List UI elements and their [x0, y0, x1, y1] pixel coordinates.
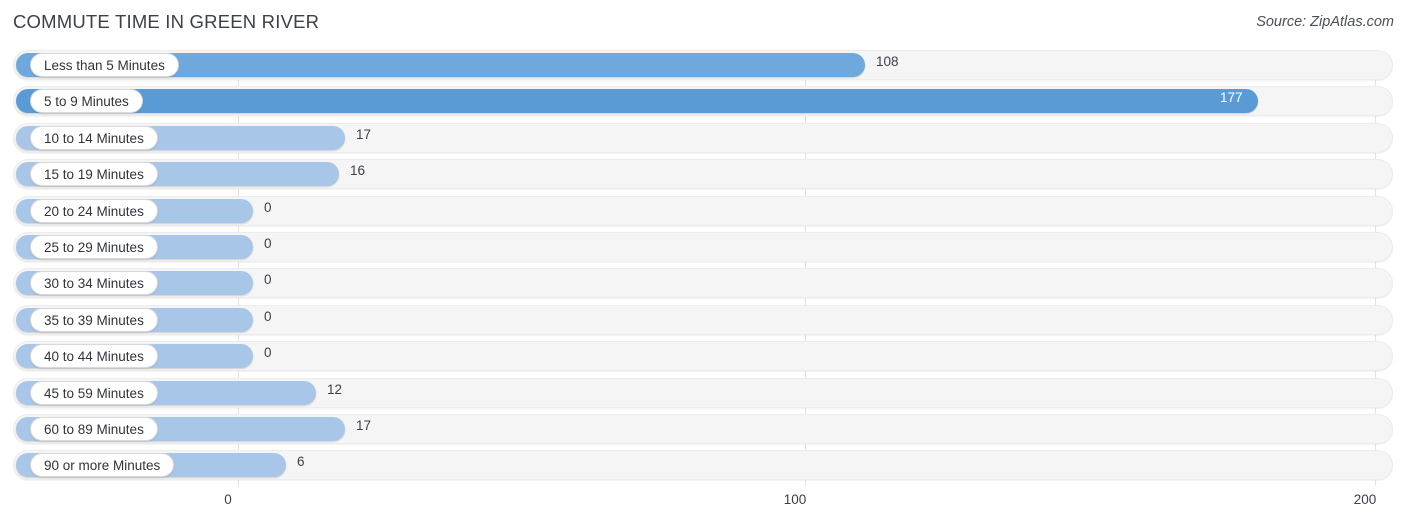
bar-category-label[interactable]: 10 to 14 Minutes [30, 125, 158, 150]
bar-category-label[interactable]: 40 to 44 Minutes [30, 344, 158, 369]
bar-row[interactable]: 40 to 44 Minutes 0 [0, 341, 1406, 372]
x-axis-tick-label: 0 [224, 492, 232, 507]
bar-category-label[interactable]: 90 or more Minutes [30, 453, 175, 478]
bar-rows: Less than 5 Minutes 108 5 to 9 Minutes 177 1… [0, 50, 1406, 487]
x-axis-tick-label: 100 [783, 492, 807, 507]
bar-category-label[interactable]: 30 to 34 Minutes [30, 271, 158, 296]
bar-row[interactable]: 20 to 24 Minutes 0 [0, 195, 1406, 226]
bar-value-label: 0 [264, 272, 272, 288]
page-title: COMMUTE TIME IN GREEN RIVER [13, 11, 320, 32]
source-attribution: Source: ZipAtlas.com [1256, 14, 1394, 30]
bar-row[interactable]: 35 to 39 Minutes 0 [0, 304, 1406, 335]
bar-category-label[interactable]: 45 to 59 Minutes [30, 380, 158, 405]
bar-fill [16, 89, 1258, 114]
bar-value-label: 0 [264, 235, 272, 251]
bar-category-label[interactable]: 5 to 9 Minutes [30, 89, 143, 114]
bar-value-label: 108 [876, 54, 899, 69]
chart-plot-area: Less than 5 Minutes 108 5 to 9 Minutes 177 1… [0, 50, 1406, 486]
bar-row[interactable]: 15 to 19 Minutes 16 [0, 159, 1406, 190]
bar-value-label: 12 [327, 381, 343, 397]
bar-row[interactable]: Less than 5 Minutes 108 [0, 50, 1406, 80]
bar-value-label: 17 [356, 417, 372, 433]
bar-row[interactable]: 10 to 14 Minutes 17 [0, 122, 1406, 153]
bar-category-label[interactable]: 25 to 29 Minutes [30, 234, 158, 259]
bar-row[interactable]: 5 to 9 Minutes 177 [0, 86, 1406, 117]
bar-value-label: 17 [356, 126, 372, 142]
bar-value-label: 0 [264, 345, 272, 361]
x-axis: 0 100 200 [0, 486, 1406, 524]
bar-row[interactable]: 45 to 59 Minutes 12 [0, 377, 1406, 408]
bar-category-label[interactable]: Less than 5 Minutes [30, 53, 179, 77]
x-axis-tick-label: 200 [1353, 492, 1377, 507]
bar-value-label: 177 [1220, 90, 1243, 106]
bar-row[interactable]: 30 to 34 Minutes 0 [0, 268, 1406, 299]
bar-row[interactable]: 60 to 89 Minutes 17 [0, 413, 1406, 444]
bar-row[interactable]: 25 to 29 Minutes 0 [0, 231, 1406, 262]
bar-value-label: 0 [264, 308, 272, 324]
bar-category-label[interactable]: 60 to 89 Minutes [30, 416, 158, 441]
bar-value-label: 6 [297, 454, 305, 470]
bar-category-label[interactable]: 35 to 39 Minutes [30, 307, 158, 332]
bar-value-label: 16 [350, 163, 366, 179]
bar-row[interactable]: 90 or more Minutes 6 [0, 450, 1406, 481]
chart-header: COMMUTE TIME IN GREEN RIVER Source: ZipA… [0, 0, 1406, 44]
bar-category-label[interactable]: 15 to 19 Minutes [30, 162, 158, 187]
bar-category-label[interactable]: 20 to 24 Minutes [30, 198, 158, 223]
bar-value-label: 0 [264, 199, 272, 215]
